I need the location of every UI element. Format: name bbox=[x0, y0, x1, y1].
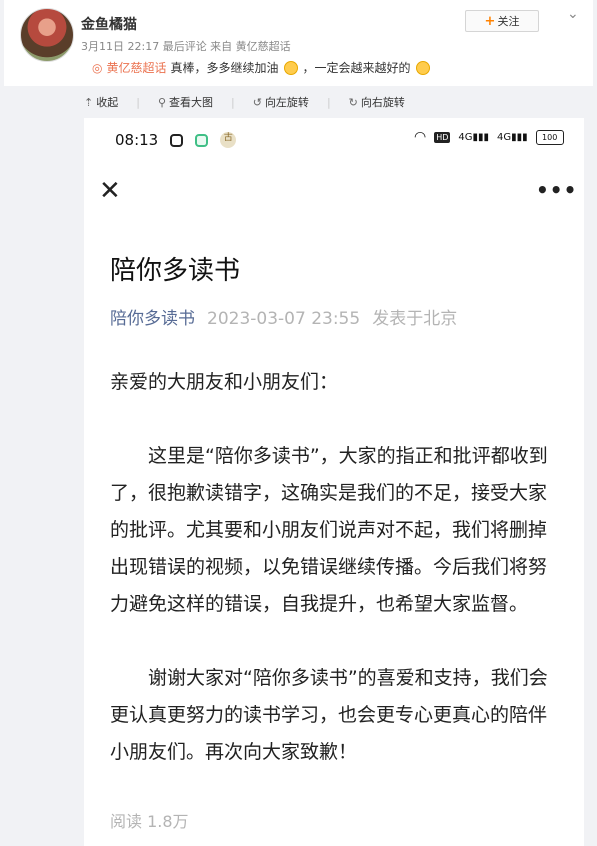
app-icon bbox=[195, 133, 209, 147]
read-count: 阅读 1.8万 bbox=[110, 812, 189, 831]
app-icon: 古 bbox=[220, 132, 237, 148]
article-title: 陪你多读书 bbox=[110, 256, 241, 286]
phone-status-right: ◠ HD 4G▮▮▮ 4G▮▮▮ 100 bbox=[414, 129, 564, 145]
rotate-right-label: 向右旋转 bbox=[360, 96, 405, 109]
phone-time: 08:13 bbox=[115, 131, 159, 149]
collapse-button[interactable]: ⇡ 收起 bbox=[84, 94, 118, 110]
signal-icon: 4G▮▮▮ bbox=[497, 131, 528, 143]
avatar[interactable] bbox=[20, 8, 74, 62]
wifi-icon: ◠ bbox=[414, 129, 427, 145]
divider: | bbox=[136, 95, 140, 109]
comment-source[interactable]: 黄亿慈超话 bbox=[106, 59, 166, 76]
chevron-down-icon[interactable]: ⌄ bbox=[567, 6, 579, 22]
follow-button[interactable]: + 关注 bbox=[465, 10, 539, 32]
search-icon: ⚲ bbox=[157, 95, 166, 109]
rotate-left-label: 向左旋转 bbox=[264, 96, 309, 109]
rotate-right-icon: ↻ bbox=[348, 95, 358, 109]
signal-icon: 4G▮▮▮ bbox=[458, 131, 490, 143]
account-name: 陪你多读书 bbox=[110, 309, 195, 329]
view-large-button[interactable]: ⚲ 查看大图 bbox=[158, 94, 213, 110]
collapse-icon: ⇡ bbox=[84, 95, 94, 109]
article-byline: 陪你多读书 2023-03-07 23:55 发表于北京 bbox=[110, 304, 457, 329]
media-toolbar: ⇡ 收起 | ⚲ 查看大图 | ↺ 向左旋转 | ↻ 向右旋转 bbox=[84, 94, 405, 110]
greeting: 亲爱的大朋友和小朋友们： bbox=[110, 371, 339, 393]
comment-text-1: 真棒，多多继续加油 bbox=[170, 61, 279, 75]
username[interactable]: 金鱼橘猫 bbox=[81, 14, 137, 34]
post-meta: 3月11日 22:17 最后评论 来自 黄亿慈超话 bbox=[81, 40, 291, 53]
emoji-icon bbox=[283, 60, 298, 75]
paragraph: 谢谢大家对“陪你多读书”的喜爱和支持，我们会更认真更努力的读书学习，也会更专心更… bbox=[110, 667, 548, 763]
emoji-icon bbox=[415, 60, 430, 75]
comment-line: ◎ 黄亿慈超话 真棒，多多继续加油 ，一定会越来越好的 bbox=[92, 59, 431, 76]
article-location: 发表于北京 bbox=[372, 309, 458, 329]
hd-icon: HD bbox=[434, 131, 451, 143]
phone-screenshot-image[interactable]: 08:13 古 ◠ HD 4G▮▮▮ 4G▮▮▮ 100 ✕ ••• 陪你多读书… bbox=[84, 118, 584, 846]
more-icon: ••• bbox=[536, 178, 578, 202]
plus-icon: + bbox=[484, 13, 496, 29]
paragraph: 这里是“陪你多读书”，大家的指正和批评都收到了，很抱歉读错字，这确实是我们的不足… bbox=[110, 445, 548, 615]
instagram-icon bbox=[170, 133, 184, 147]
divider: | bbox=[231, 95, 235, 109]
article-datetime: 2023-03-07 23:55 bbox=[207, 309, 361, 329]
phone-status-left: 08:13 古 bbox=[115, 131, 237, 149]
close-icon: ✕ bbox=[99, 176, 121, 206]
divider: | bbox=[326, 95, 331, 109]
rotate-left-button[interactable]: ↺ 向左旋转 bbox=[253, 94, 309, 110]
eye-icon: ◎ bbox=[92, 60, 103, 75]
article-body: 亲爱的大朋友和小朋友们： 这里是“陪你多读书”，大家的指正和批评都收到了，很抱歉… bbox=[110, 364, 560, 808]
collapse-label: 收起 bbox=[96, 96, 119, 109]
rotate-right-button[interactable]: ↻ 向右旋转 bbox=[349, 94, 405, 110]
comment-text-2: ，一定会越来越好的 bbox=[302, 61, 411, 75]
follow-label: 关注 bbox=[497, 15, 520, 28]
battery-icon: 100 bbox=[535, 129, 564, 145]
view-large-label: 查看大图 bbox=[169, 96, 213, 109]
rotate-left-icon: ↺ bbox=[252, 95, 262, 109]
